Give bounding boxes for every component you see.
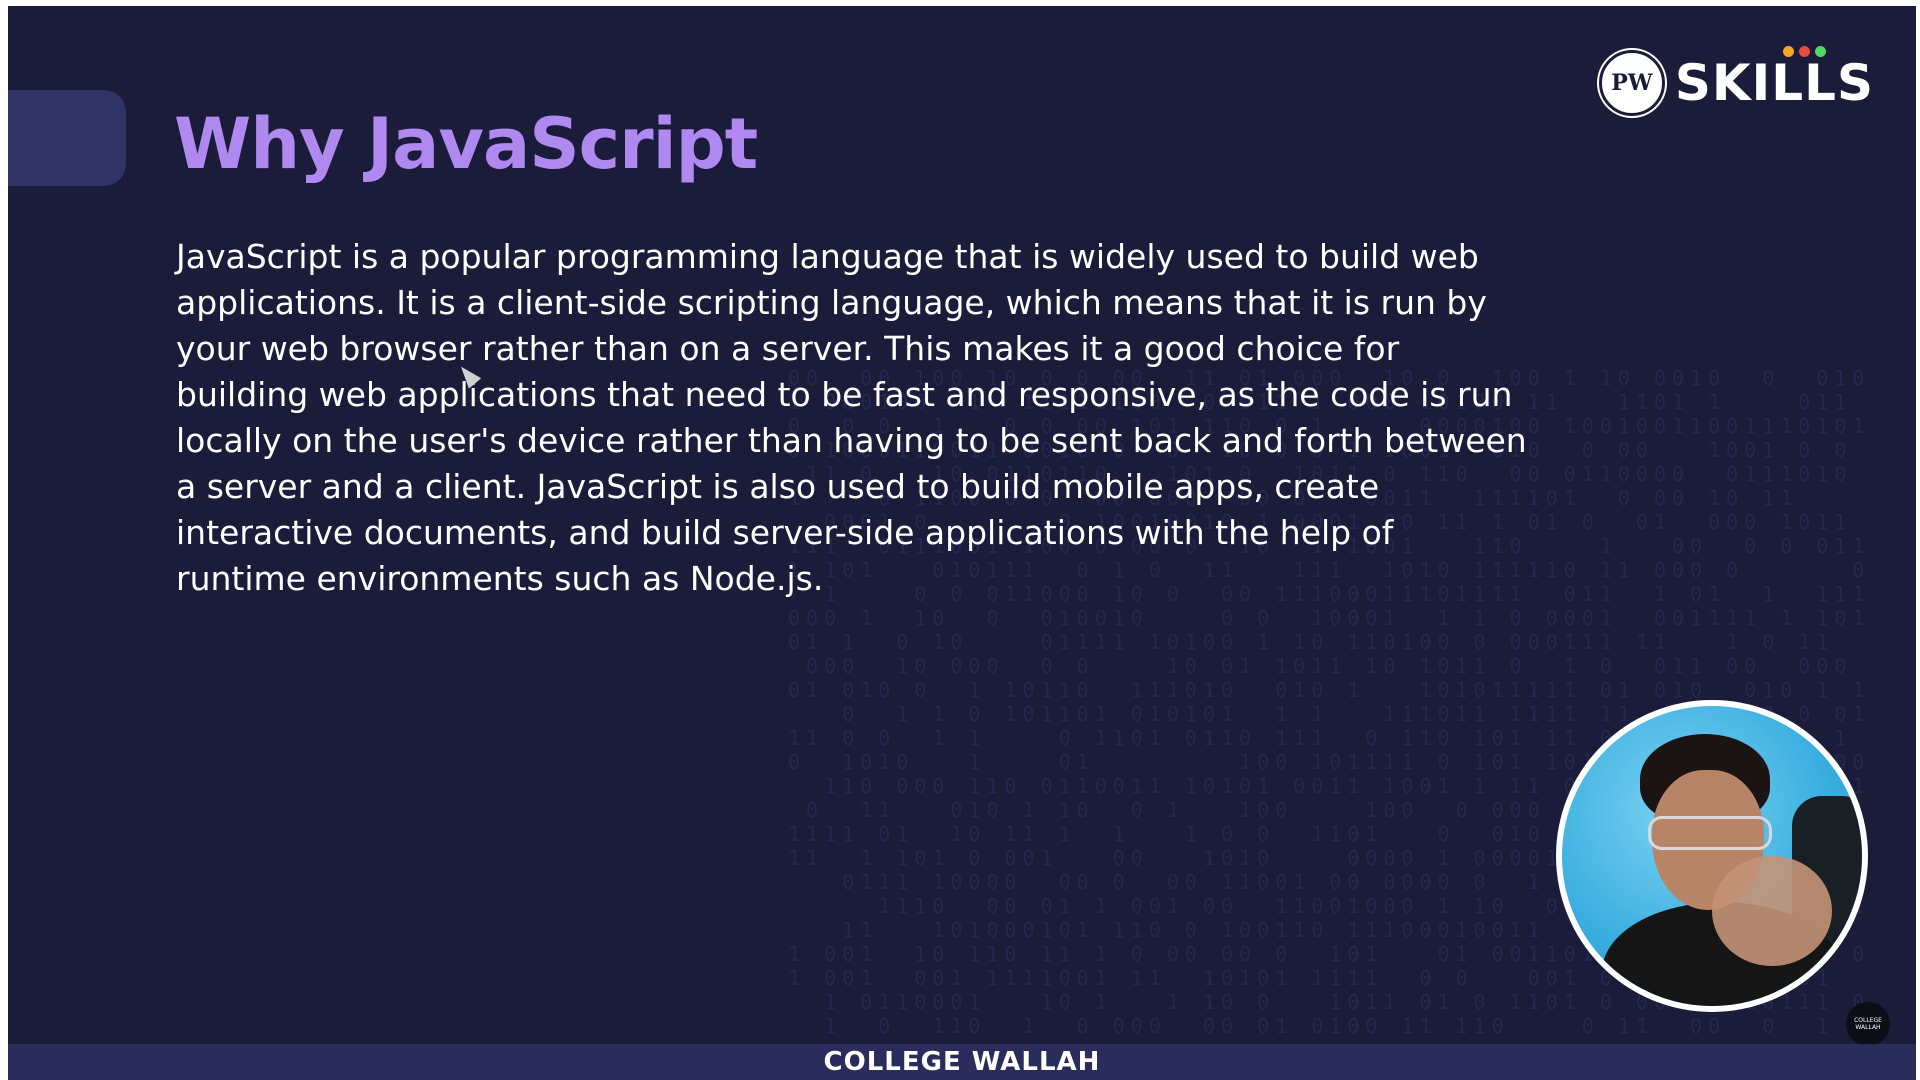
slide-title: Why JavaScript — [174, 103, 758, 185]
pw-logo-icon: PW — [1598, 50, 1665, 116]
slide-body: JavaScript is a popular programming lang… — [176, 234, 1546, 602]
channel-watermark: COLLEGE WALLAH — [1846, 1002, 1890, 1046]
presenter-webcam — [1556, 700, 1868, 1012]
glasses-icon — [1648, 816, 1772, 850]
body-line: locally on the user's device rather than… — [176, 421, 1527, 460]
logo-text: SKILLS — [1674, 54, 1874, 112]
body-line: your web browser rather than on a server… — [176, 329, 1400, 368]
video-frame: 00 00 100 10 0 0 00 11 01 000 10 0 100 1… — [0, 0, 1920, 1080]
pw-skills-logo: PW SKILLS — [1598, 46, 1874, 116]
accent-block — [8, 90, 126, 186]
presenter-hand — [1712, 856, 1832, 966]
body-line: runtime environments such as Node.js. — [176, 559, 824, 598]
logo-dot — [1814, 46, 1826, 57]
body-line: applications. It is a client-side script… — [176, 283, 1487, 322]
logo-wordmark: SKILLS — [1674, 46, 1874, 112]
footer-bar: COLLEGE WALLAH — [8, 1044, 1916, 1080]
body-line: interactive documents, and build server-… — [176, 513, 1394, 552]
logo-dot — [1782, 46, 1794, 57]
footer-text: COLLEGE WALLAH — [823, 1047, 1101, 1077]
body-line: building web applications that need to b… — [176, 375, 1513, 414]
logo-dot — [1798, 46, 1810, 57]
body-line: a server and a client. JavaScript is als… — [176, 467, 1380, 506]
body-line: JavaScript is a popular programming lang… — [176, 237, 1479, 276]
